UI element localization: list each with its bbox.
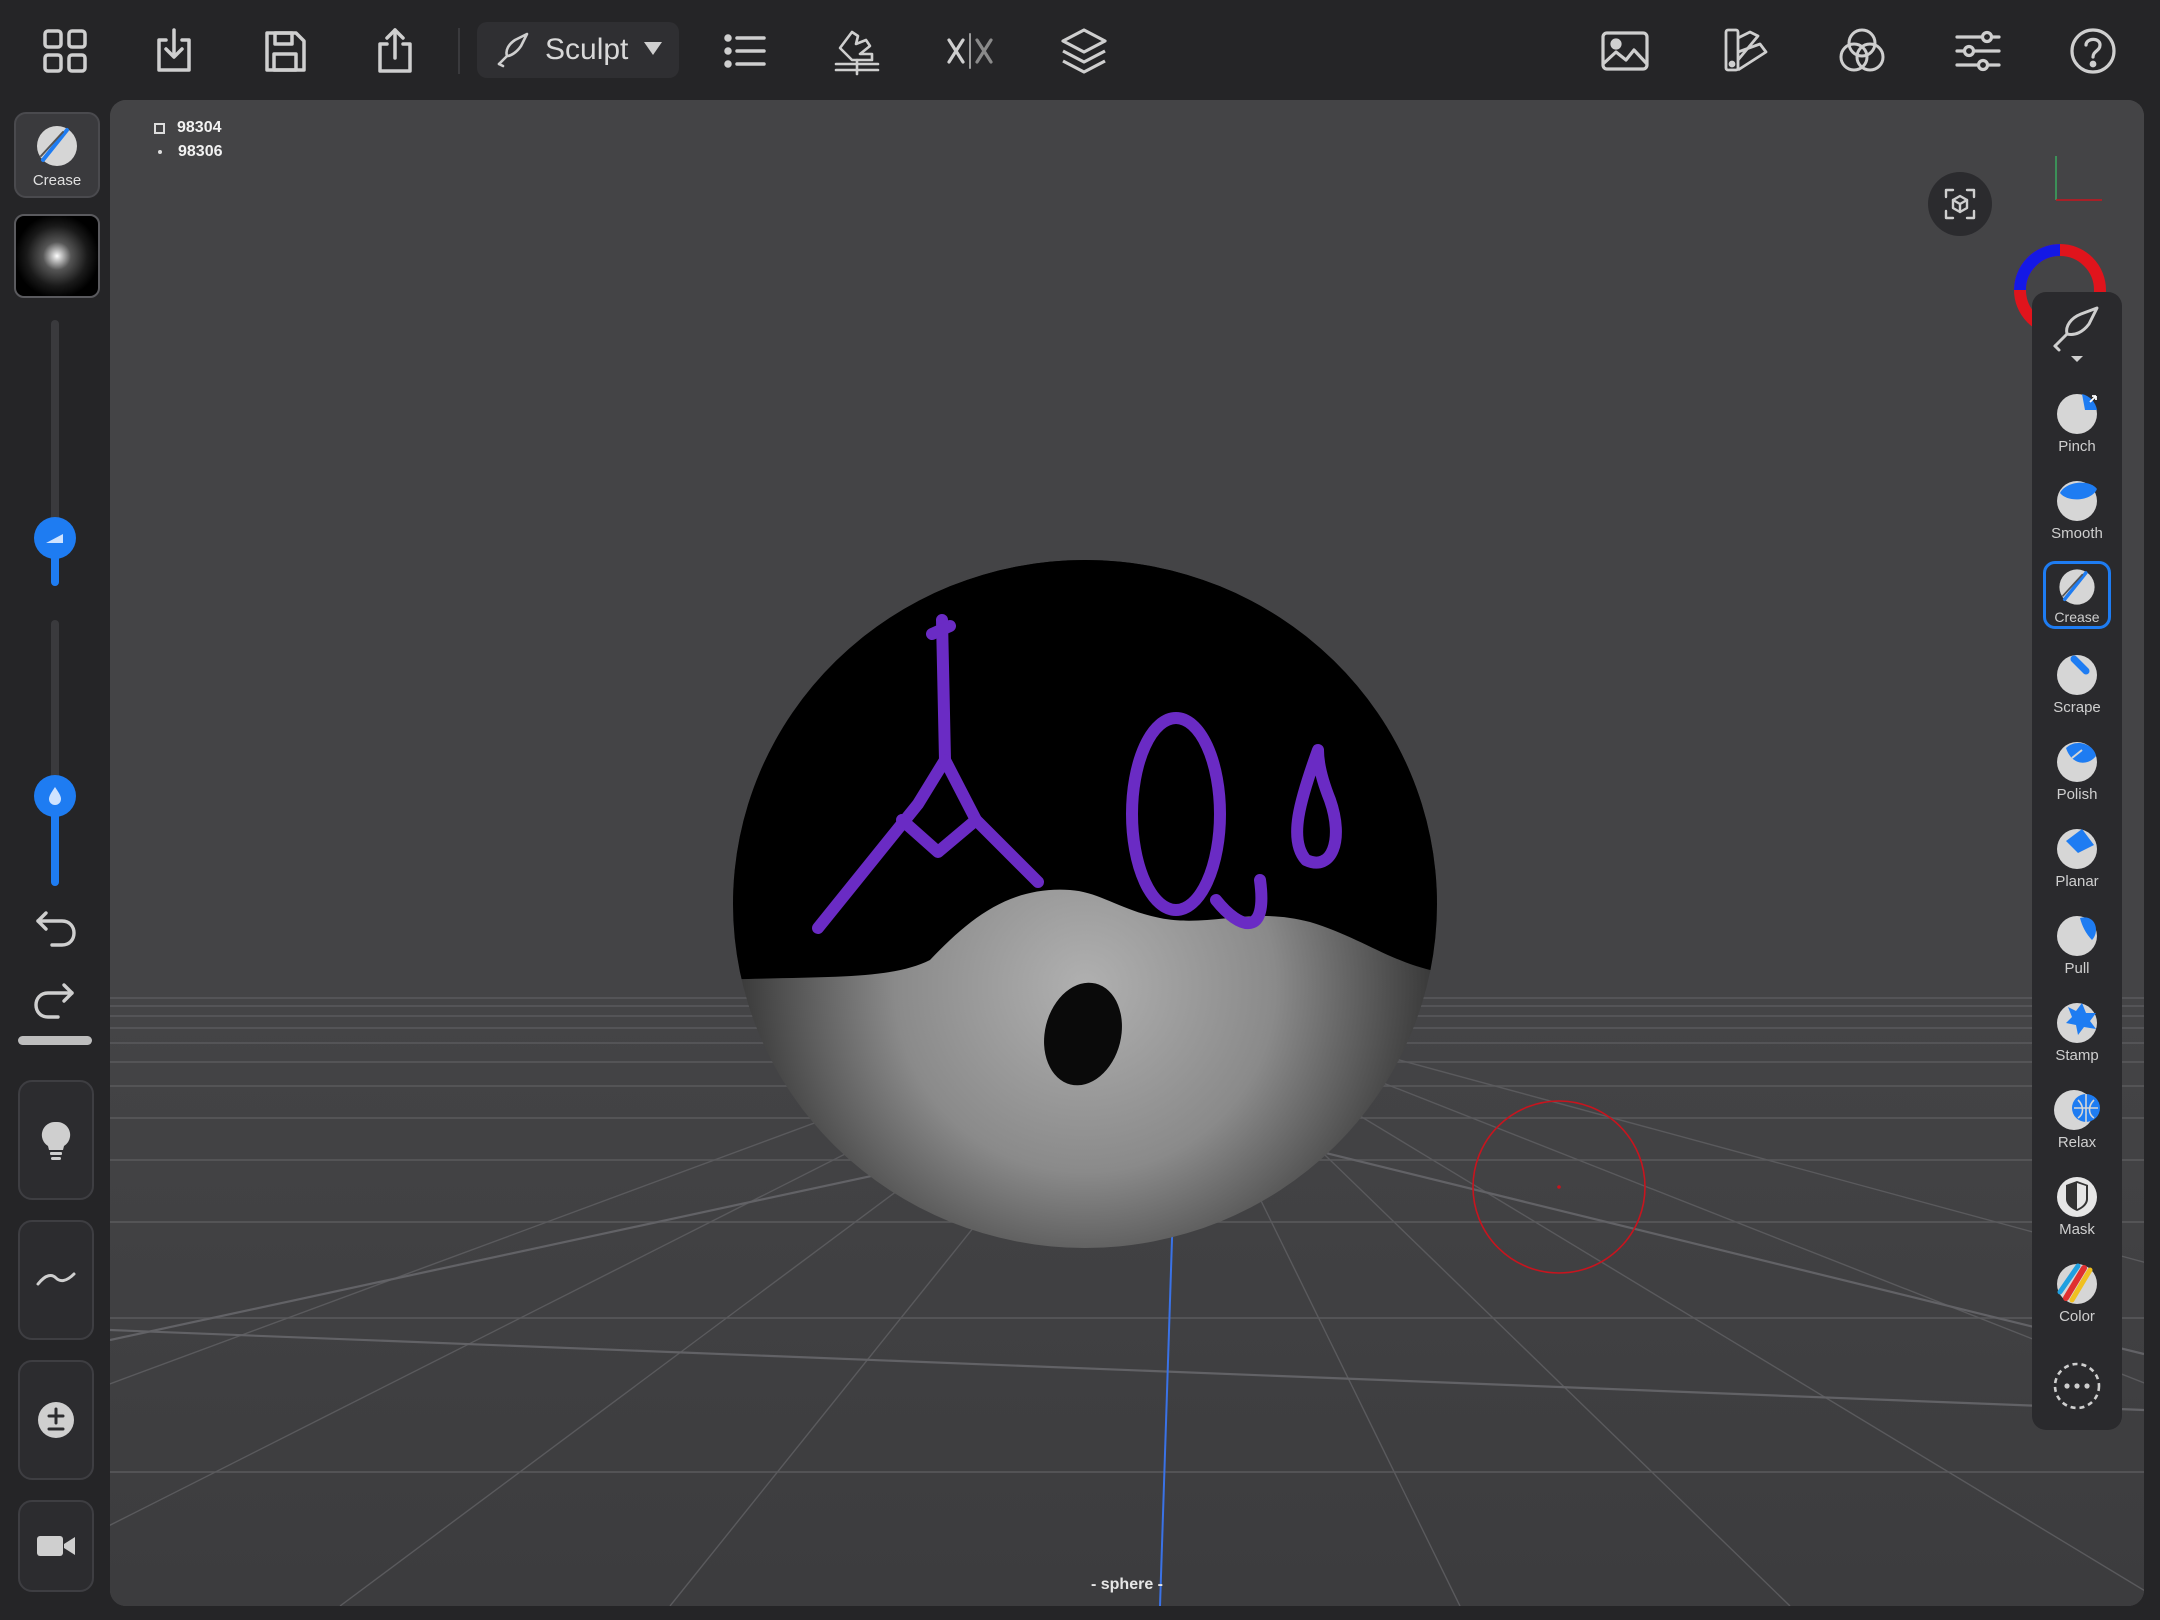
tool-mask[interactable]: Mask — [2040, 1167, 2114, 1241]
lightbulb-icon — [41, 1121, 71, 1160]
tool-label: Planar — [2055, 873, 2099, 890]
tool-polish[interactable]: Polish — [2040, 732, 2114, 806]
mode-select[interactable]: Sculpt — [477, 22, 679, 78]
vertices-icon — [158, 150, 162, 154]
more-tools-icon[interactable] — [2051, 1360, 2103, 1412]
toolbar-separator — [458, 28, 460, 74]
color-icon — [2057, 1263, 2097, 1304]
redo-icon[interactable] — [27, 972, 83, 1028]
symmetry-icon[interactable] — [939, 20, 1001, 82]
current-tool-button[interactable]: Crease — [14, 112, 100, 198]
intensity-slider[interactable] — [34, 620, 76, 886]
intensity-slider-knob[interactable] — [34, 775, 76, 817]
object-name-label: - sphere - — [1090, 1576, 1163, 1593]
tool-label: Crease — [2054, 609, 2100, 625]
history-bar[interactable] — [18, 1036, 92, 1045]
camera-button[interactable] — [18, 1500, 94, 1592]
tool-label: Polish — [2056, 786, 2098, 803]
current-tool-label: Crease — [32, 172, 82, 189]
tool-scrape[interactable]: Scrape — [2040, 645, 2114, 719]
stencil-hand-icon[interactable] — [826, 20, 888, 82]
mesh-stats: 98304 98306 — [154, 116, 223, 164]
lightbulb-button[interactable] — [18, 1080, 94, 1200]
relax-icon — [2054, 1090, 2100, 1130]
tool-planar[interactable]: Planar — [2040, 819, 2114, 893]
focus-frame-icon — [1944, 188, 1976, 220]
import-icon[interactable] — [143, 20, 205, 82]
tool-pull[interactable]: Pull — [2040, 906, 2114, 980]
layers-icon[interactable] — [1053, 20, 1115, 82]
stroke-button[interactable] — [18, 1220, 94, 1340]
planar-icon — [2057, 829, 2097, 869]
video-camera-icon — [37, 1536, 75, 1556]
smooth-icon — [2057, 481, 2097, 521]
vertices-count: 98306 — [178, 143, 223, 160]
tool-relax[interactable]: Relax — [2040, 1080, 2114, 1154]
scrape-icon — [2057, 655, 2097, 695]
radius-slider[interactable] — [34, 320, 76, 586]
share-icon[interactable] — [364, 20, 426, 82]
material-palette-icon[interactable] — [1714, 20, 1776, 82]
tool-label: Smooth — [2051, 525, 2103, 542]
tool-label: Color — [2059, 1308, 2095, 1325]
tool-label: Pinch — [2058, 438, 2096, 455]
mode-label: Sculpt — [545, 33, 629, 66]
tool-label: Mask — [2059, 1221, 2095, 1238]
tool-label: Pull — [2064, 960, 2090, 977]
sub-add-button[interactable] — [18, 1360, 94, 1480]
mask-icon — [2057, 1177, 2097, 1217]
intensity-drop-icon — [49, 787, 61, 805]
grid-menu-icon[interactable] — [34, 20, 96, 82]
tool-crease[interactable]: Crease — [2043, 561, 2111, 629]
brush-menu-icon[interactable] — [2045, 302, 2109, 366]
save-icon[interactable] — [254, 20, 316, 82]
crease-icon — [2059, 569, 2095, 605]
crease-icon — [37, 126, 77, 166]
brush-icon — [497, 32, 529, 68]
tool-palette: Pinch Smooth Crease Scrape Polish Planar Pull S… — [2032, 292, 2122, 1430]
brush-alpha-thumbnail[interactable] — [14, 214, 100, 298]
plus-minus-icon — [38, 1402, 74, 1438]
chevron-down-icon — [644, 42, 662, 55]
polish-icon — [2057, 742, 2097, 782]
stamp-icon — [2057, 1003, 2097, 1043]
render-color-icon[interactable] — [1831, 20, 1893, 82]
top-toolbar: Sculpt — [0, 0, 2160, 100]
tool-label: Stamp — [2055, 1047, 2099, 1064]
undo-icon[interactable] — [27, 900, 83, 956]
radius-icon — [46, 534, 63, 543]
settings-sliders-icon[interactable] — [1947, 20, 2009, 82]
tool-label: Scrape — [2053, 699, 2101, 716]
frame-object-button[interactable] — [1928, 172, 1992, 236]
faces-icon — [154, 122, 165, 134]
tool-pinch[interactable]: Pinch — [2040, 384, 2114, 458]
tool-stamp[interactable]: Stamp — [2040, 993, 2114, 1067]
pull-icon — [2057, 916, 2097, 956]
help-icon[interactable] — [2062, 20, 2124, 82]
radius-slider-knob[interactable] — [34, 517, 76, 559]
stroke-curve-icon — [36, 1272, 76, 1286]
3d-viewport[interactable]: 98304 98306 - sphere - — [110, 100, 2144, 1606]
pinch-icon — [2057, 394, 2097, 434]
faces-count: 98304 — [177, 119, 222, 136]
scene-list-icon[interactable] — [714, 20, 776, 82]
tool-color[interactable]: Color — [2040, 1254, 2114, 1328]
tool-label: Relax — [2057, 1134, 2097, 1151]
background-image-icon[interactable] — [1594, 20, 1656, 82]
tool-smooth[interactable]: Smooth — [2040, 471, 2114, 545]
scene-render — [110, 100, 2144, 1606]
